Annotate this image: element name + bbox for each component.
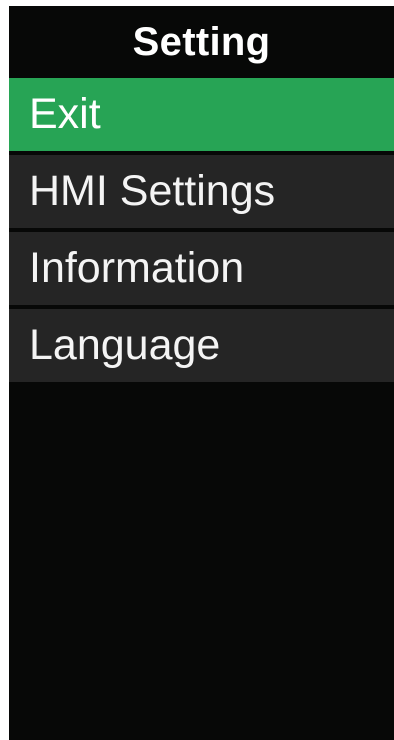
menu-item-label: Information bbox=[29, 244, 245, 292]
menu-item-exit[interactable]: Exit bbox=[9, 78, 394, 151]
settings-menu: Exit HMI Settings Information Language bbox=[9, 78, 394, 382]
menu-item-label: Exit bbox=[29, 90, 101, 138]
page-title: Setting bbox=[132, 19, 271, 64]
menu-item-language[interactable]: Language bbox=[9, 309, 394, 382]
menu-item-information[interactable]: Information bbox=[9, 232, 394, 305]
device-screen: Setting Exit HMI Settings Information La… bbox=[9, 6, 394, 740]
menu-item-label: Language bbox=[29, 321, 221, 369]
menu-item-hmi-settings[interactable]: HMI Settings bbox=[9, 155, 394, 228]
menu-item-label: HMI Settings bbox=[29, 167, 276, 215]
